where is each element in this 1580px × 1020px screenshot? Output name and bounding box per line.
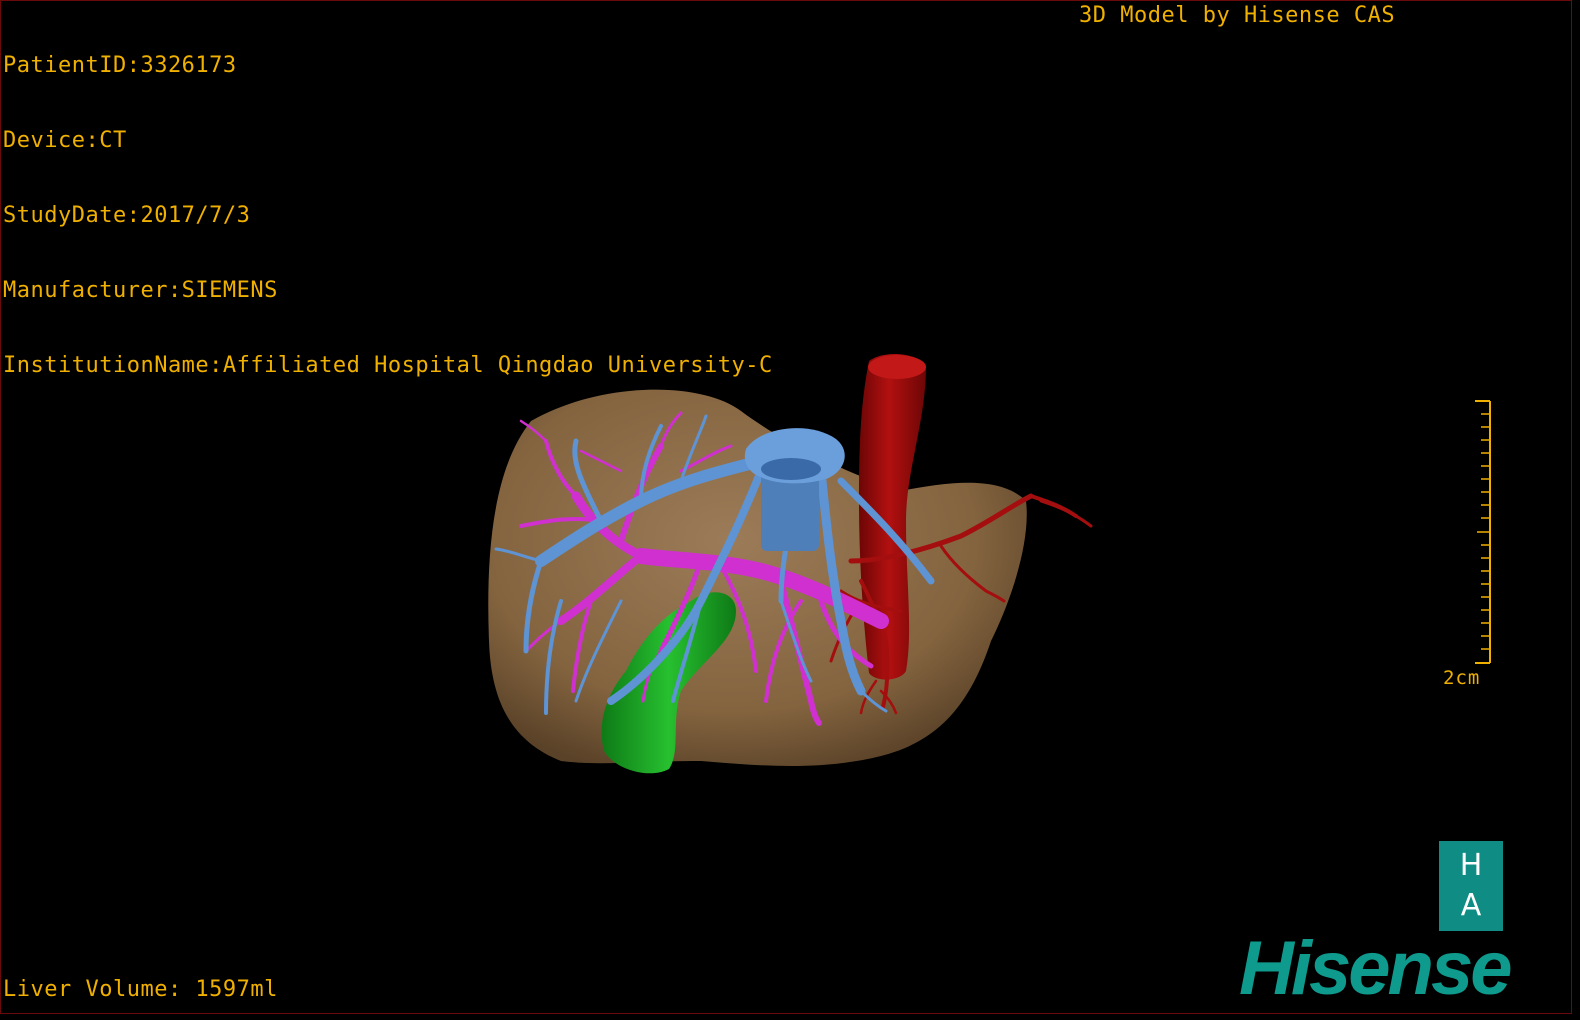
model-title: 3D Model by Hisense CAS [1079, 3, 1396, 28]
hisense-wordmark: Hisense [1239, 926, 1512, 1011]
logo-letter-a: A [1460, 888, 1482, 923]
scale-bar [1475, 400, 1491, 664]
3d-viewport[interactable]: PatientID:3326173 Device:CT StudyDate:20… [0, 0, 1572, 1014]
dicom-info-overlay: PatientID:3326173 Device:CT StudyDate:20… [3, 3, 773, 428]
ivc-top [868, 355, 926, 379]
logo-letter-h: H [1459, 848, 1483, 883]
manufacturer-text: Manufacturer:SIEMENS [3, 278, 278, 303]
liver-volume-text: Liver Volume: 1597ml [3, 977, 278, 1002]
device-text: Device:CT [3, 128, 127, 153]
scale-bar-label: 2cm [1443, 667, 1481, 689]
institution-text: InstitutionName:Affiliated Hospital Qing… [3, 353, 773, 378]
patient-id-text: PatientID:3326173 [3, 53, 237, 78]
hisense-ha-logo: H A [1439, 841, 1503, 931]
confluence-opening [761, 458, 821, 480]
study-date-text: StudyDate:2017/7/3 [3, 203, 251, 228]
